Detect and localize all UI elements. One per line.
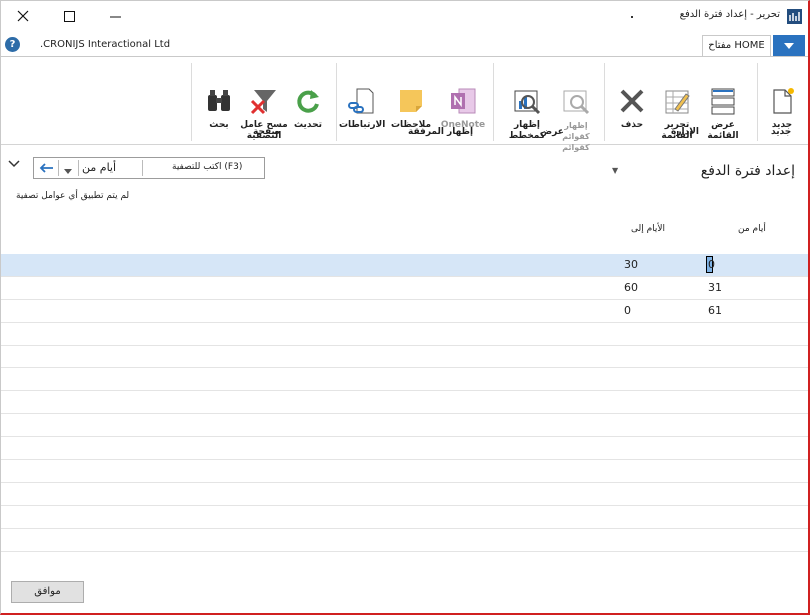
table-row[interactable] [0,483,808,506]
filter-bar: أيام من اكتب للتصفية (F3) [33,157,265,179]
find-label: بحث [209,120,229,130]
table-row[interactable] [0,323,808,346]
group-view-label: عرض [540,127,564,137]
data-grid: 0 30 31 60 61 0 [0,254,808,552]
edit-list-icon [661,74,693,114]
delete-label: حذف [620,120,644,130]
show-as-chart-icon [511,74,543,115]
table-row[interactable] [0,437,808,461]
days-to-cell[interactable]: 60 [624,281,638,294]
refresh-button[interactable]: تحديث [288,63,328,133]
arrow-left-icon [39,163,53,173]
ok-button[interactable]: موافق [11,581,84,603]
refresh-label: تحديث [294,120,322,130]
view-list-label: عرض القائمة [707,120,739,141]
divider [142,160,143,176]
page-title-dropdown[interactable]: ▼ [612,166,618,175]
close-icon [17,10,29,22]
tab-home[interactable]: مفتاح HOME [702,35,771,56]
caret-down-icon [64,169,72,174]
notes-icon [395,74,427,112]
help-icon[interactable]: ? [5,37,20,52]
days-from-cell[interactable]: 0 [708,258,715,271]
days-from-cell[interactable]: 31 [708,281,722,294]
links-label: الارتباطات [339,120,386,130]
filter-field-dropdown[interactable] [64,166,72,177]
collapse-chevron-button[interactable] [8,160,22,174]
column-header-days-from[interactable]: أيام من [738,224,766,234]
table-row[interactable] [0,391,808,415]
filter-input[interactable]: اكتب للتصفية (F3) [172,162,242,172]
show-as-chart-button[interactable]: إظهار كمخطط [505,63,549,141]
table-row[interactable] [0,460,808,483]
find-button[interactable]: بحث [199,63,239,133]
minimize-button[interactable] [92,2,138,30]
delete-button[interactable]: حذف [613,63,651,133]
days-from-cell[interactable]: 61 [708,304,722,317]
new-button[interactable]: جديد [763,63,801,133]
divider [58,160,59,176]
days-to-cell[interactable]: 30 [624,258,638,271]
filter-status-text: لم يتم تطبيق أي عوامل تصفية [16,191,130,201]
links-button[interactable]: الارتباطات [339,63,386,133]
binoculars-icon [203,74,235,111]
title-dot [631,16,633,18]
ribbon-separator [336,63,337,141]
group-show-attached-label: إظهار المرفقة [408,127,474,137]
table-row[interactable] [0,368,808,392]
application-menu-button[interactable] [773,35,805,56]
column-header-days-to[interactable]: الأيام إلى [631,224,665,234]
days-to-cell[interactable]: 0 [624,304,631,317]
table-row[interactable]: 31 60 [0,277,808,300]
ribbon-separator [604,63,605,141]
show-as-list-label: إظهار كقوائم كقوائم [562,121,590,152]
ribbon-separator [757,63,758,141]
show-as-list-icon [560,74,592,115]
ribbon-separator [191,63,192,141]
table-row[interactable] [0,414,808,438]
table-row[interactable] [0,529,808,552]
refresh-icon [292,74,324,113]
group-page-label: صفحة [253,127,281,137]
onenote-icon [447,74,479,114]
group-manage-label: الإدارة [671,127,699,137]
back-arrow-button[interactable] [39,163,53,176]
notes-button[interactable]: ملاحظات [390,63,432,133]
table-row[interactable] [0,346,808,369]
maximize-icon [63,10,75,22]
ribbon-separator [493,63,494,141]
view-list-icon [707,74,739,115]
onenote-button[interactable]: OneNote [439,63,487,133]
chevron-down-icon [8,160,20,168]
divider [78,160,79,176]
table-row[interactable] [0,506,808,529]
group-new-label: جديد [771,127,792,137]
company-name: .CRONIJS Interactional Ltd [40,39,171,50]
clear-filter-icon [248,74,280,115]
ribbon: جديد جديد عرض القائمة تحرير القائمة حذف … [0,56,808,152]
table-row[interactable]: 0 30 [0,254,808,277]
minimize-icon [109,16,121,17]
window-title: تحرير - إعداد فترة الدفع [679,9,780,20]
maximize-button[interactable] [46,2,92,30]
new-document-icon [766,74,798,114]
caret-down-icon [784,42,794,49]
table-row[interactable]: 61 0 [0,300,808,323]
view-list-button[interactable]: عرض القائمة [703,63,743,141]
links-icon [345,74,377,114]
app-logo-icon [787,9,802,24]
page-title: إعداد فترة الدفع [700,163,795,179]
edit-list-button[interactable]: تحرير القائمة [657,63,697,141]
close-button[interactable] [0,2,46,30]
show-as-list-button[interactable]: إظهار كقوائم كقوائم [551,63,601,152]
title-bar: تحرير - إعداد فترة الدفع [0,0,810,32]
clear-filter-button[interactable]: مسح عامل التصفية [240,63,288,141]
filter-field-label[interactable]: أيام من [82,161,116,174]
delete-icon [616,74,648,113]
